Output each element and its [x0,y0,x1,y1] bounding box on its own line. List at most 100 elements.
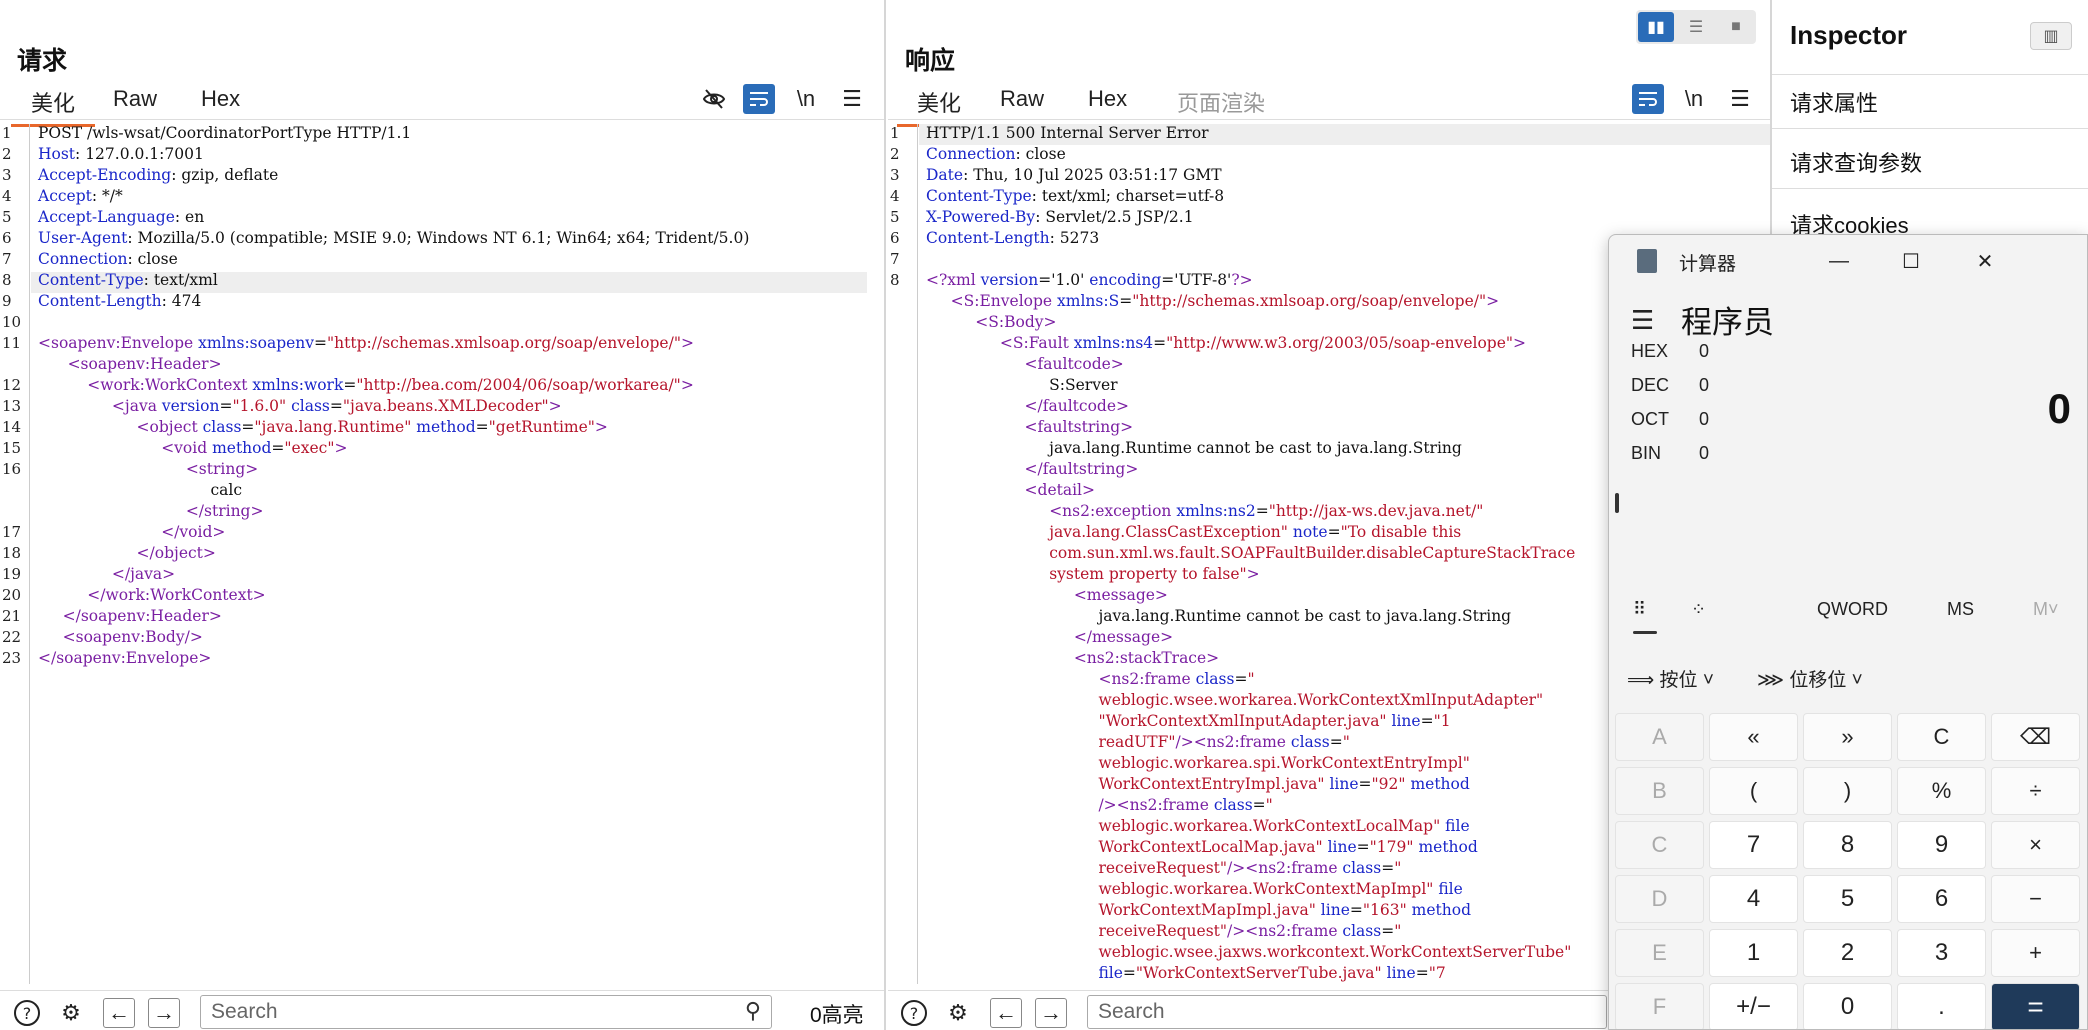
code-line: </soapenv:Envelope> [38,649,212,667]
code-line: <soapenv:Header> [67,355,222,373]
request-editor[interactable]: 1 POST /wls-wsat/CoordinatorPortType HTTP… [0,124,884,984]
help-icon[interactable]: ? [12,998,42,1028]
search-placeholder: Search [211,1000,278,1023]
request-search-input[interactable]: Search ⚲ [200,995,772,1029]
key-0[interactable]: 0 [1803,983,1892,1029]
key-9[interactable]: 9 [1897,821,1986,869]
line-number: 6 [2,229,12,247]
bitshift-dropdown[interactable]: ⋙ 位移位 ˅ [1757,665,1863,692]
tab-hex[interactable]: Hex [195,86,246,112]
key-6[interactable]: 6 [1897,875,1986,923]
bit-toggle-keypad-icon[interactable]: ⁘ [1691,599,1706,620]
key-5[interactable]: 5 [1803,875,1892,923]
key-hex-c[interactable]: C [1615,821,1704,869]
key-»[interactable]: » [1803,713,1892,761]
key-÷[interactable]: ÷ [1991,767,2080,815]
code-line: java.lang.Runtime cannot be cast to java… [926,607,1512,625]
menu-icon[interactable]: ☰ [836,84,868,114]
code-line: java.lang.Runtime cannot be cast to java… [926,439,1462,457]
line-number: 17 [2,523,22,541]
next-arrow-icon[interactable]: → [148,998,180,1028]
full-keypad-icon[interactable]: ⠿ [1633,599,1646,620]
tab-render[interactable]: 页面渲染 [1171,86,1271,118]
response-search-input[interactable]: Search [1087,995,1607,1029]
hamburger-menu-icon[interactable]: ☰ [1631,305,1654,336]
key-3[interactable]: 3 [1897,929,1986,977]
radix-oct-label[interactable]: OCT [1631,409,1669,430]
settings-gear-icon[interactable]: ⚙ [56,998,86,1028]
radix-hex-label[interactable]: HEX [1631,341,1668,362]
code-line: Accept: */* [38,187,123,205]
settings-gear-icon[interactable]: ⚙ [943,998,973,1028]
code-line: java.lang.ClassCastException" note="To d… [1049,523,1462,541]
hide-eye-icon[interactable] [698,84,730,114]
radix-bin-label[interactable]: BIN [1631,443,1661,464]
key-−[interactable]: − [1991,875,2080,923]
key-2[interactable]: 2 [1803,929,1892,977]
word-size-button[interactable]: QWORD [1817,599,1888,620]
key-hex-e[interactable]: E [1615,929,1704,977]
line-number: 15 [2,439,22,457]
svg-text:?: ? [23,1004,32,1023]
key-hex-a[interactable]: A [1615,713,1704,761]
key-hex-d[interactable]: D [1615,875,1704,923]
key-C[interactable]: C [1897,713,1986,761]
prev-arrow-icon[interactable]: ← [103,998,135,1028]
line-number: 23 [2,649,22,667]
newline-toggle-icon[interactable]: \n [790,84,822,114]
inspector-item-request-attributes[interactable]: 请求属性 [1790,86,1878,118]
code-line: <work:WorkContext xmlns:work="http://bea… [87,376,694,394]
tab-raw[interactable]: Raw [994,86,1050,112]
key-×[interactable]: × [1991,821,2080,869]
single-pane-icon[interactable]: ■ [1718,12,1754,42]
key-7[interactable]: 7 [1709,821,1798,869]
key-([interactable]: ( [1709,767,1798,815]
key-«[interactable]: « [1709,713,1798,761]
maximize-icon[interactable]: ☐ [1881,241,1941,281]
split-rows-icon[interactable]: ☰ [1678,12,1714,42]
inspector-item-query-params[interactable]: 请求查询参数 [1790,146,1922,178]
radix-dec-label[interactable]: DEC [1631,375,1669,396]
close-icon[interactable]: ✕ [1955,241,2015,281]
code-line: </string> [185,502,264,520]
tab-pretty[interactable]: 美化 [10,86,96,127]
newline-toggle-icon[interactable]: \n [1678,84,1710,114]
key-+/−[interactable]: +/− [1709,983,1798,1029]
wrap-lines-icon[interactable] [743,84,775,114]
tab-hex[interactable]: Hex [1082,86,1133,112]
line-number: 6 [890,229,900,247]
key-=[interactable]: = [1991,983,2080,1029]
key-%[interactable]: % [1897,767,1986,815]
memory-dropdown-button[interactable]: M˅ [2033,599,2059,620]
key-⌫[interactable]: ⌫ [1991,713,2080,761]
help-icon[interactable]: ? [899,998,929,1028]
minimize-icon[interactable]: — [1809,241,1869,281]
code-line: weblogic.wsee.workarea.WorkContextXmlInp… [1098,691,1544,709]
tab-pretty[interactable]: 美化 [896,86,982,127]
bitwise-dropdown[interactable]: ⟹ 按位 ˅ [1627,665,1714,692]
tab-raw[interactable]: Raw [107,86,163,112]
line-number: 1 [2,124,12,142]
key-.[interactable]: . [1897,983,1986,1029]
next-arrow-icon[interactable]: → [1035,998,1067,1028]
key-hex-f[interactable]: F [1615,983,1704,1029]
split-columns-icon[interactable]: ▮▮ [1638,12,1674,42]
memory-store-button[interactable]: MS [1947,599,1974,620]
wrap-lines-icon[interactable] [1632,84,1664,114]
code-line: <void method="exec"> [161,439,348,457]
key-hex-b[interactable]: B [1615,767,1704,815]
code-line: User-Agent: Mozilla/5.0 (compatible; MSI… [38,229,750,247]
key-+[interactable]: + [1991,929,2080,977]
code-line: <faultcode> [1024,355,1124,373]
code-line: <faultstring> [1024,418,1134,436]
code-line: weblogic.wsee.jaxws.workcontext.WorkCont… [1098,943,1572,961]
svg-text:?: ? [910,1004,919,1023]
key-1[interactable]: 1 [1709,929,1798,977]
inspector-layout-icon[interactable]: ▥ [2030,22,2072,50]
prev-arrow-icon[interactable]: ← [990,998,1022,1028]
menu-icon[interactable]: ☰ [1724,84,1756,114]
key-4[interactable]: 4 [1709,875,1798,923]
key-8[interactable]: 8 [1803,821,1892,869]
key-)[interactable]: ) [1803,767,1892,815]
code-line: S:Server [926,376,1118,394]
